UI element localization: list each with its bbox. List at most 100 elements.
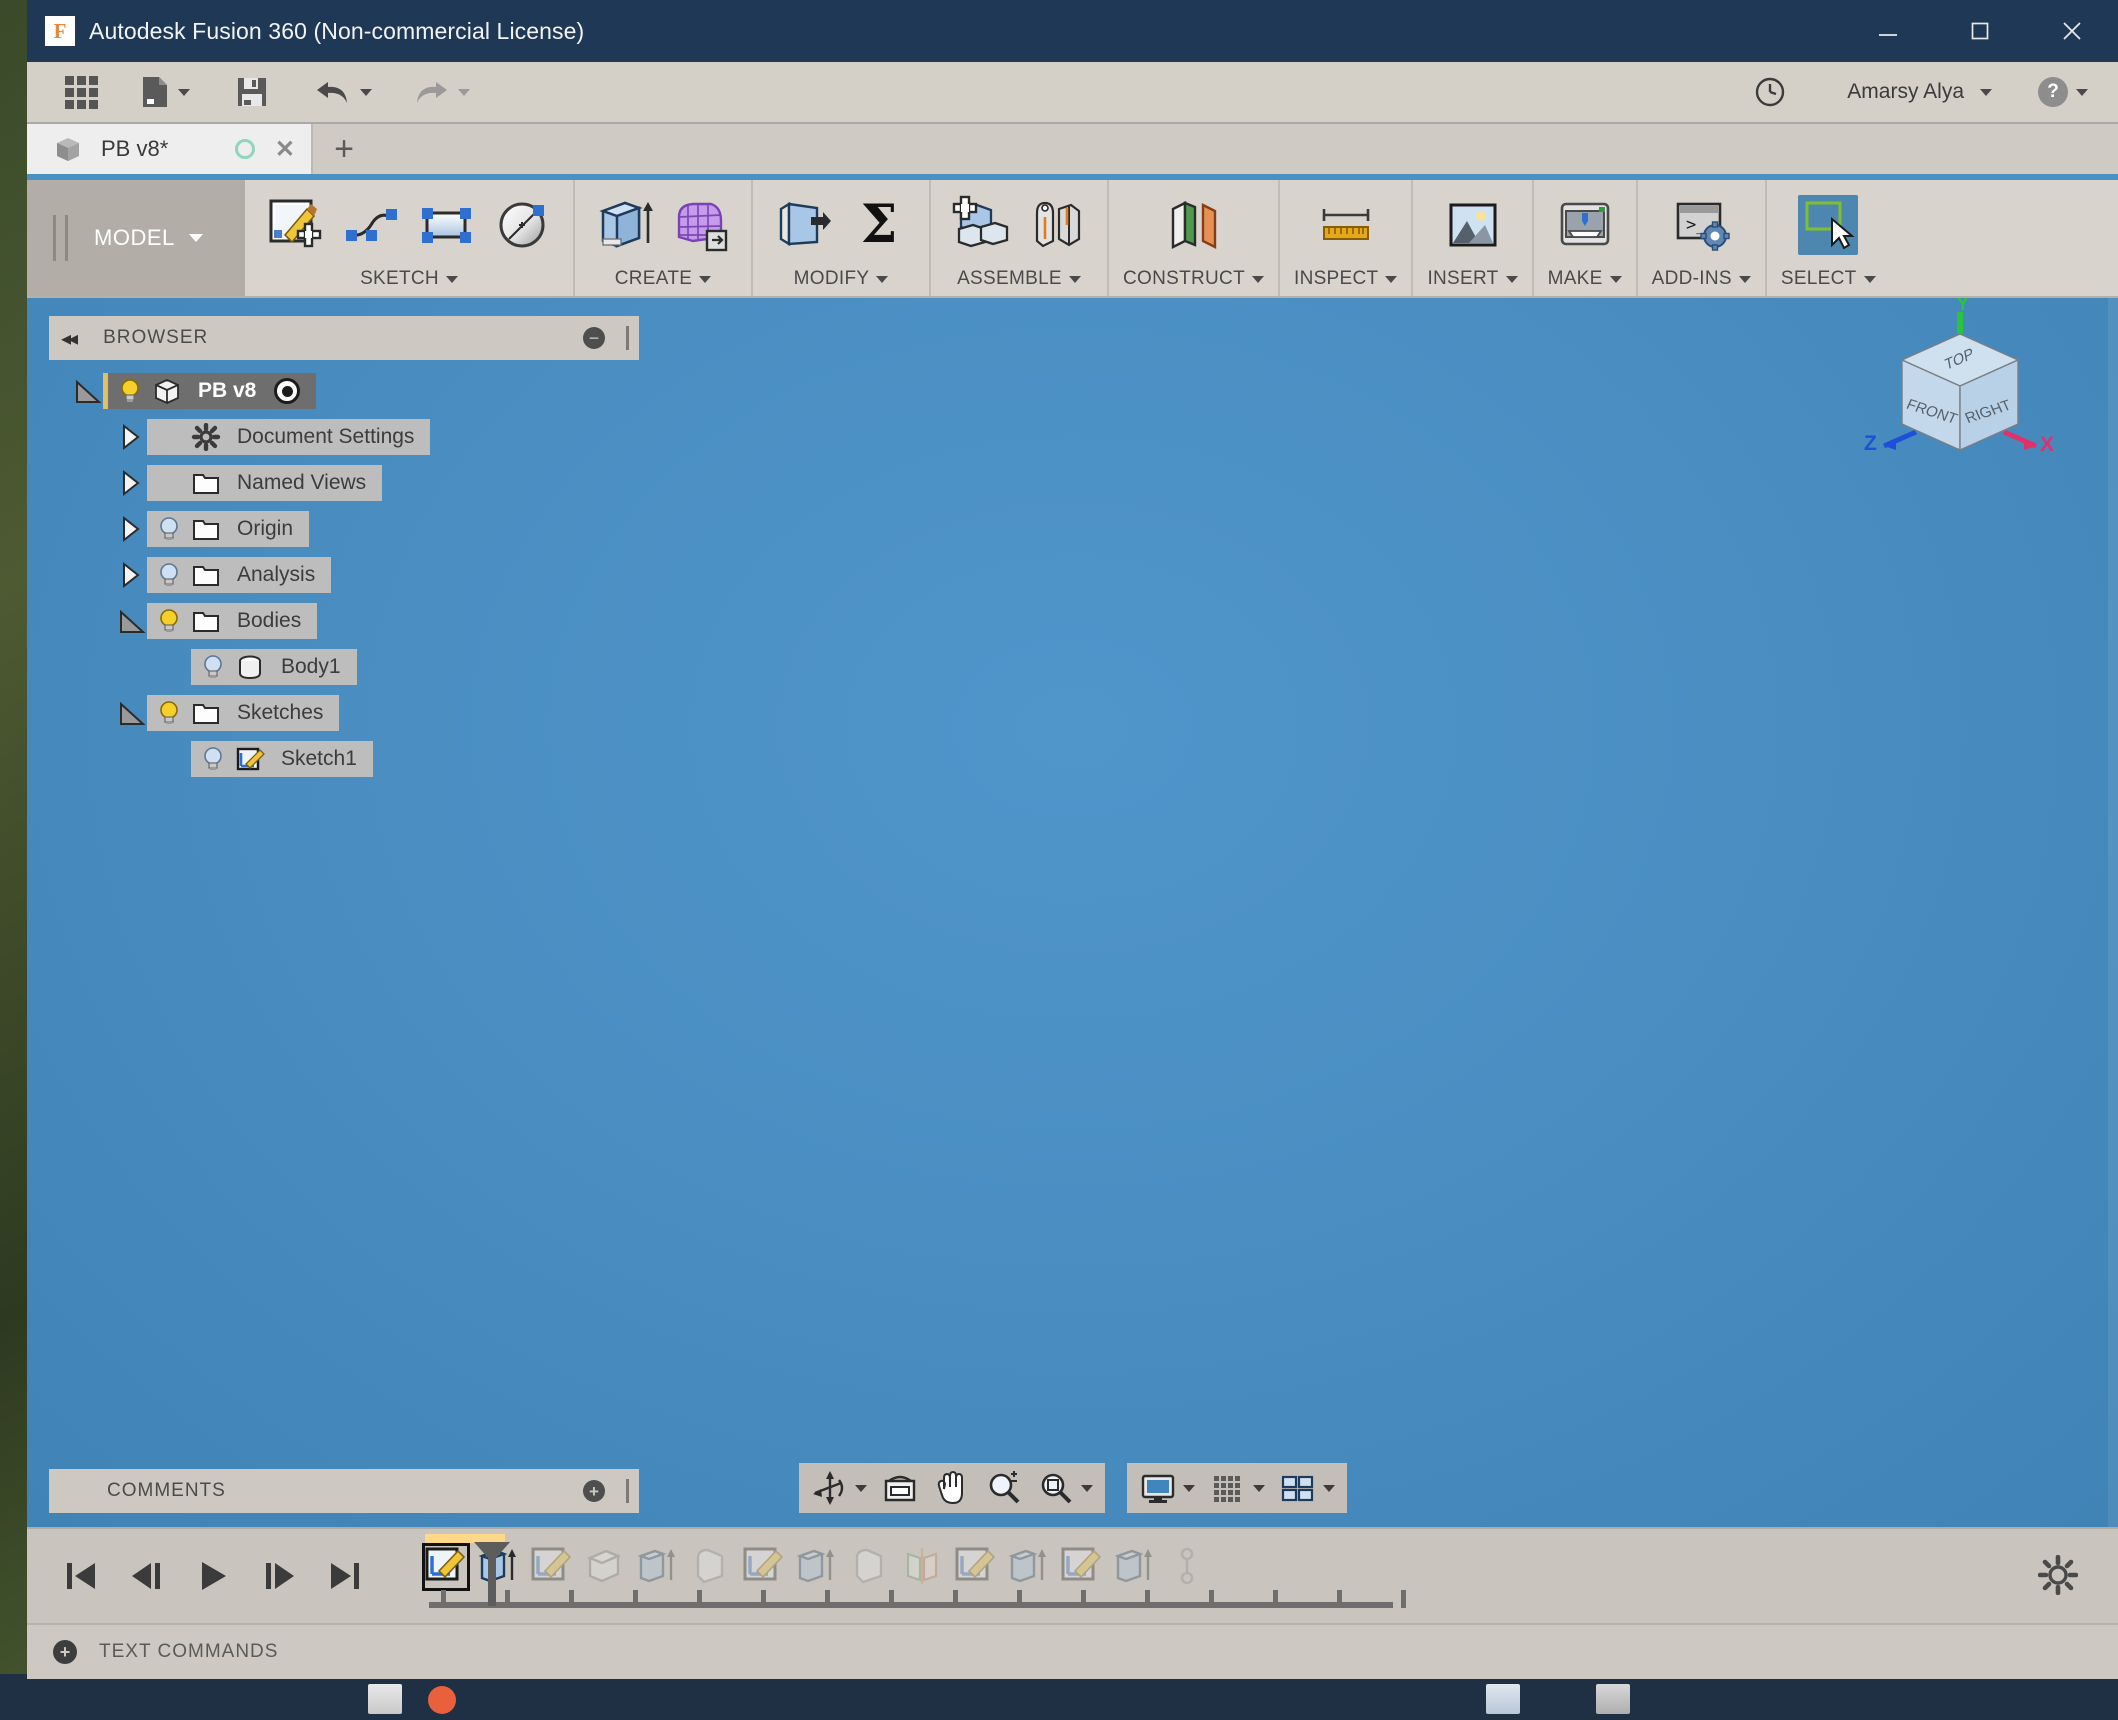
ribbon-group-label-create[interactable]: CREATE [589, 268, 737, 290]
press-pull-icon[interactable] [773, 195, 833, 255]
ribbon-group-label-assemble[interactable]: ASSEMBLE [945, 268, 1093, 290]
look-at-button[interactable] [881, 1469, 919, 1507]
spline-icon[interactable] [341, 195, 401, 255]
insert-image-icon[interactable] [1443, 195, 1503, 255]
toolbar-grip[interactable] [53, 215, 56, 261]
twist-expanded-icon[interactable] [117, 698, 147, 728]
canvas-scrollbar[interactable] [2108, 298, 2118, 1527]
taskbar-app-icon[interactable] [368, 1684, 402, 1714]
timeline-feature[interactable] [690, 1546, 732, 1588]
file-menu-button[interactable] [130, 61, 200, 123]
new-component-icon[interactable] [951, 195, 1011, 255]
job-status-button[interactable] [1743, 61, 1797, 123]
timeline-feature[interactable] [796, 1546, 838, 1588]
timeline-feature[interactable] [584, 1546, 626, 1588]
twist-collapsed-icon[interactable] [117, 422, 147, 452]
joint-icon[interactable] [1027, 195, 1087, 255]
zoom-button[interactable] [985, 1469, 1023, 1507]
close-button[interactable] [2026, 0, 2118, 62]
browser-tree-item[interactable]: Document Settings [147, 419, 431, 455]
select-window-icon[interactable] [1798, 195, 1859, 255]
browser-tree-row[interactable]: Sketches [49, 690, 639, 736]
timeline-feature[interactable] [902, 1546, 944, 1588]
toolbar-grip[interactable] [65, 215, 68, 261]
measure-icon[interactable] [1316, 195, 1376, 255]
offset-plane-icon[interactable] [1163, 195, 1223, 255]
new-document-button[interactable]: + [311, 124, 375, 174]
orbit-button[interactable] [811, 1469, 867, 1507]
minimize-button[interactable] [1842, 0, 1934, 62]
minimize-icon[interactable]: − [583, 327, 605, 349]
document-tab[interactable]: PB v8* ✕ [27, 124, 311, 174]
save-button[interactable] [226, 61, 278, 123]
browser-tree-item[interactable]: Analysis [147, 557, 332, 593]
comments-panel[interactable]: COMMENTS + [49, 1469, 639, 1513]
add-comment-icon[interactable]: + [583, 1480, 605, 1502]
ribbon-group-label-sketch[interactable]: SKETCH [259, 268, 559, 290]
browser-tree-item[interactable]: Bodies [147, 603, 318, 639]
browser-tree-item[interactable]: Body1 [191, 649, 357, 685]
taskbar-app-icon[interactable] [1486, 1684, 1520, 1714]
ribbon-group-label-insert[interactable]: INSERT [1427, 268, 1518, 290]
display-settings-button[interactable] [1139, 1469, 1195, 1507]
help-menu-button[interactable]: ? [2028, 61, 2098, 123]
scripts-addins-icon[interactable]: >_ [1671, 195, 1731, 255]
browser-tree-row[interactable]: Analysis [49, 552, 639, 598]
go-to-end-icon[interactable] [327, 1559, 363, 1593]
timeline-feature[interactable] [1167, 1546, 1209, 1588]
visibility-off-icon[interactable] [155, 561, 183, 589]
workspace-switcher[interactable]: MODEL [27, 180, 245, 296]
timeline-feature[interactable] [531, 1546, 573, 1588]
maximize-button[interactable] [1934, 0, 2026, 62]
visibility-on-icon[interactable] [155, 699, 183, 727]
visibility-off-icon[interactable] [199, 745, 227, 773]
visibility-on-icon[interactable] [116, 377, 144, 405]
ribbon-group-label-inspect[interactable]: INSPECT [1294, 268, 1398, 290]
viewports-button[interactable] [1279, 1469, 1335, 1507]
twist-collapsed-icon[interactable] [117, 560, 147, 590]
browser-tree-row[interactable]: Named Views [49, 460, 639, 506]
activate-component-radio[interactable] [274, 378, 301, 404]
close-icon[interactable]: ✕ [275, 135, 295, 164]
browser-tree-item[interactable]: Origin [147, 511, 310, 547]
create-form-icon[interactable] [671, 195, 731, 255]
twist-expanded-icon[interactable] [117, 606, 147, 636]
browser-tree-row[interactable]: PB v8 [49, 368, 639, 414]
modeling-canvas[interactable]: ◂◂ BROWSER − PB v8 Document Settings Named… [27, 298, 2118, 1527]
parameters-icon[interactable]: Σ [849, 195, 909, 255]
twist-expanded-icon[interactable] [73, 376, 103, 406]
timeline-feature[interactable] [849, 1546, 891, 1588]
browser-tree-row[interactable]: Document Settings [49, 414, 639, 460]
browser-tree-row[interactable]: Origin [49, 506, 639, 552]
user-account-menu[interactable]: Amarsy Alya [1837, 61, 2002, 123]
timeline-track[interactable] [422, 1528, 2118, 1624]
expand-icon[interactable]: + [53, 1640, 77, 1664]
twist-collapsed-icon[interactable] [117, 514, 147, 544]
twist-collapsed-icon[interactable] [117, 468, 147, 498]
browser-tree-row[interactable]: Body1 [49, 644, 639, 690]
sync-status-icon[interactable] [234, 139, 255, 159]
extrude-icon[interactable] [595, 195, 655, 255]
browser-tree-row[interactable]: Sketch1 [49, 736, 639, 782]
show-data-panel-button[interactable] [55, 61, 108, 123]
timeline-feature[interactable] [1114, 1546, 1156, 1588]
collapse-icon[interactable]: ◂◂ [61, 326, 78, 351]
browser-tree-item[interactable]: Sketches [147, 695, 340, 731]
view-cube[interactable]: Y Z X TOP FRONT RIGHT [1860, 298, 2060, 498]
timeline-feature[interactable] [1061, 1546, 1103, 1588]
panel-resize-grip[interactable] [626, 1479, 629, 1503]
zoom-fit-button[interactable] [1037, 1469, 1093, 1507]
circle-icon[interactable] [493, 195, 553, 255]
3d-print-icon[interactable] [1555, 195, 1615, 255]
grid-snaps-button[interactable] [1209, 1469, 1265, 1507]
pan-button[interactable] [933, 1469, 971, 1507]
play-icon[interactable] [195, 1559, 231, 1593]
browser-tree-row[interactable]: Bodies [49, 598, 639, 644]
windows-taskbar[interactable] [0, 1674, 2118, 1720]
redo-button[interactable] [402, 61, 480, 123]
visibility-on-icon[interactable] [155, 607, 183, 635]
browser-tree-item[interactable]: Named Views [147, 465, 383, 501]
timeline-feature[interactable] [1008, 1546, 1050, 1588]
browser-tree-item[interactable]: PB v8 [103, 373, 317, 409]
panel-resize-grip[interactable] [626, 326, 629, 350]
